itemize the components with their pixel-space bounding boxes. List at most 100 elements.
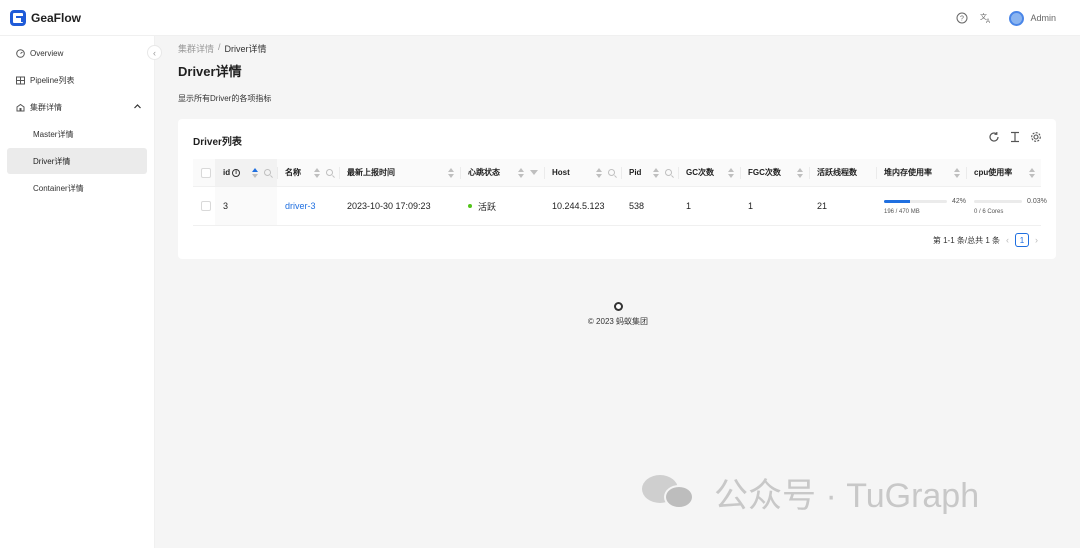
sidebar-item-overview[interactable]: Overview — [7, 40, 147, 66]
column-label: 最新上报时间 — [347, 168, 395, 177]
breadcrumb-parent[interactable]: 集群详情 — [178, 42, 214, 55]
cell-cpu-usage: 0.03% 0 / 6 Cores — [966, 187, 1047, 225]
column-header-gc-count[interactable]: GC次数 — [678, 159, 740, 186]
sidebar-item-pipeline-list[interactable]: Pipeline列表 — [7, 67, 147, 93]
row-checkbox[interactable] — [201, 201, 211, 211]
driver-name-link[interactable]: driver-3 — [285, 201, 316, 211]
cpu-progress-bar — [974, 199, 1022, 203]
geaflow-logo-icon — [10, 9, 26, 26]
search-icon[interactable] — [665, 169, 672, 176]
search-icon[interactable] — [326, 169, 333, 176]
column-label: FGC次数 — [748, 168, 781, 177]
translate-icon[interactable]: 文A — [979, 11, 993, 25]
settings-gear-icon[interactable] — [1030, 131, 1042, 143]
next-page-icon[interactable]: › — [1035, 235, 1038, 245]
sort-icon[interactable] — [797, 168, 803, 178]
column-header-id[interactable]: id i — [215, 159, 277, 186]
sort-icon[interactable] — [728, 168, 734, 178]
column-header-name[interactable]: 名称 — [277, 159, 339, 186]
sort-icon[interactable] — [954, 168, 960, 178]
breadcrumb: 集群详情 / Driver详情 — [178, 42, 1056, 55]
breadcrumb-current: Driver详情 — [224, 44, 267, 54]
column-label: GC次数 — [686, 168, 714, 177]
sidebar-item-master-details[interactable]: Master详情 — [7, 121, 147, 147]
sidebar: Overview Pipeline列表 集群详情 Master详情 Driver… — [0, 36, 155, 548]
page-number-button[interactable]: 1 — [1015, 233, 1029, 247]
sidebar-item-label: Pipeline列表 — [30, 75, 75, 85]
column-header-pid[interactable]: Pid — [621, 159, 678, 186]
sort-icon[interactable] — [518, 168, 524, 178]
column-label: id — [223, 168, 231, 177]
header-select-all — [193, 159, 215, 186]
column-header-last-report[interactable]: 最新上报时间 — [339, 159, 460, 186]
table-row[interactable]: 3 driver-3 2023-10-30 17:09:23 活跃 10.244… — [193, 187, 1047, 226]
user-avatar[interactable] — [1009, 10, 1025, 26]
sidebar-item-label: 集群详情 — [30, 102, 62, 112]
svg-text:A: A — [986, 19, 990, 24]
watermark-text: 公众号 · TuGraph — [714, 477, 980, 515]
sort-icon[interactable] — [448, 168, 454, 178]
column-header-cpu-usage[interactable]: cpu使用率 — [966, 159, 1041, 186]
info-icon[interactable]: i — [232, 168, 241, 177]
select-all-checkbox[interactable] — [201, 167, 211, 178]
sidebar-item-cluster-details[interactable]: 集群详情 — [7, 94, 147, 120]
refresh-icon[interactable] — [988, 131, 1000, 143]
table-title: Driver列表 — [193, 137, 242, 148]
sidebar-item-label: Container详情 — [33, 183, 84, 193]
sort-icon[interactable] — [1029, 168, 1035, 178]
svg-text:?: ? — [961, 16, 965, 23]
heap-detail: 196 / 470 MB — [884, 208, 920, 215]
table-icon — [16, 76, 25, 85]
cell-id: 3 — [215, 187, 277, 225]
pagination-summary: 第 1-1 条/总共 1 条 — [932, 235, 1000, 245]
sidebar-collapse-button[interactable]: ‹ — [147, 45, 162, 60]
cell-heartbeat: 活跃 — [460, 187, 544, 225]
sort-icon[interactable] — [596, 168, 602, 178]
cluster-icon — [16, 103, 25, 112]
cell-pid: 538 — [629, 201, 645, 211]
sidebar-item-container-details[interactable]: Container详情 — [7, 175, 147, 201]
driver-table: id i 名称 最新上报时间 心跳状态 Host Pid GC次数 FGC次数 … — [193, 159, 1047, 226]
help-icon[interactable]: ? — [955, 11, 969, 25]
sort-icon[interactable] — [653, 168, 659, 178]
heap-progress-fill — [884, 199, 911, 203]
main-content: 集群详情 / Driver详情 Driver详情 显示所有Driver的各项指标… — [178, 36, 1056, 259]
sidebar-item-driver-details[interactable]: Driver详情 — [7, 148, 147, 174]
breadcrumb-separator: / — [218, 42, 221, 52]
sort-ascending-icon[interactable] — [252, 168, 258, 178]
column-header-fgc-count[interactable]: FGC次数 — [740, 159, 809, 186]
column-header-active-threads[interactable]: 活跃线程数 — [809, 159, 876, 186]
row-select — [193, 187, 215, 225]
copyright-text: © 2023 蚂蚁集团 — [587, 317, 649, 326]
page-description: 显示所有Driver的各项指标 — [178, 94, 272, 103]
footer: © 2023 蚂蚁集团 — [583, 302, 653, 327]
status-text: 活跃 — [478, 201, 497, 212]
user-name[interactable]: Admin — [1030, 13, 1056, 23]
column-header-heap-usage[interactable]: 堆内存使用率 — [876, 159, 966, 186]
search-icon[interactable] — [608, 169, 615, 176]
cell-active-threads: 21 — [817, 201, 828, 211]
column-label: 名称 — [285, 168, 301, 177]
github-icon[interactable] — [613, 302, 623, 311]
cell-fgc-count: 1 — [748, 201, 754, 211]
column-label: 活跃线程数 — [817, 168, 857, 177]
column-header-heartbeat[interactable]: 心跳状态 — [460, 159, 544, 186]
heap-percent: 42% — [952, 197, 967, 205]
column-height-icon[interactable] — [1009, 131, 1021, 143]
column-header-host[interactable]: Host — [544, 159, 621, 186]
search-icon[interactable] — [264, 169, 271, 176]
cell-name: driver-3 — [277, 187, 339, 225]
sidebar-item-label: Driver详情 — [33, 156, 71, 166]
chevron-up-icon[interactable] — [133, 102, 142, 111]
top-bar: GeaFlow ? 文A Admin — [0, 0, 1080, 36]
sidebar-item-label: Master详情 — [33, 129, 74, 139]
sort-icon[interactable] — [314, 168, 320, 178]
app-logo[interactable]: GeaFlow — [10, 9, 81, 26]
pagination: 第 1-1 条/总共 1 条 ‹ 1 › — [933, 233, 1038, 247]
prev-page-icon[interactable]: ‹ — [1006, 235, 1009, 245]
column-label: 堆内存使用率 — [884, 168, 932, 177]
chevron-left-icon: ‹ — [153, 47, 156, 58]
filter-icon[interactable] — [530, 170, 538, 175]
heap-progress-bar — [884, 199, 947, 203]
watermark: 公众号 · TuGraph — [642, 468, 979, 517]
